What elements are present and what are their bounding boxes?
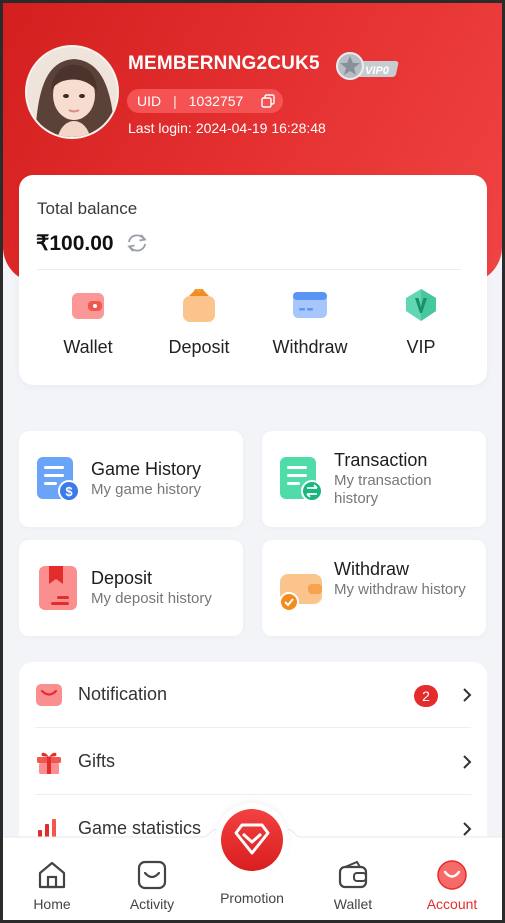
- deposit-icon: [183, 289, 215, 322]
- tile-subtitle: My deposit history: [91, 590, 212, 607]
- withdraw-card-icon: [293, 292, 327, 318]
- menu-item-notification[interactable]: Notification 2: [19, 662, 487, 728]
- tile-title: Game History: [91, 459, 202, 479]
- deposit-history-icon: [39, 566, 77, 610]
- nav-home[interactable]: Home: [7, 859, 97, 919]
- tile-subtitle: My withdraw history: [334, 581, 466, 598]
- menu-label: Gifts: [78, 751, 116, 771]
- vip-gem-icon: [406, 289, 436, 321]
- vip-level-text: VIP0: [365, 65, 390, 77]
- tile-title: Transaction: [334, 450, 428, 470]
- nav-label: Home: [33, 896, 71, 912]
- tile-withdraw-history[interactable]: Withdraw My withdraw history: [262, 540, 486, 636]
- nav-promotion[interactable]: Promotion: [203, 803, 301, 920]
- refresh-icon[interactable]: [125, 232, 149, 254]
- vip-level-badge: VIP0: [336, 52, 399, 80]
- uid-pill[interactable]: UID | 1032757: [127, 89, 283, 113]
- tile-game-history[interactable]: $ Game History My game history: [19, 431, 243, 527]
- nav-label: Activity: [129, 896, 175, 912]
- uid-value: 1032757: [188, 93, 244, 109]
- quick-action-wallet[interactable]: Wallet: [33, 287, 143, 367]
- svg-text:$: $: [65, 484, 73, 499]
- menu-item-gifts[interactable]: Gifts: [19, 729, 487, 795]
- last-login-label: Last login:: [128, 120, 192, 136]
- nav-account[interactable]: Account: [407, 859, 497, 919]
- activity-icon: [137, 860, 167, 890]
- promotion-button[interactable]: [215, 803, 289, 877]
- wallet-icon: [72, 293, 104, 319]
- quick-action-label: Wallet: [63, 337, 113, 357]
- withdraw-history-icon: [279, 574, 322, 612]
- promotion-button-inner: [221, 809, 283, 871]
- last-login: Last login: 2024-04-19 16:28:48: [128, 120, 326, 136]
- quick-action-vip[interactable]: VIP: [366, 287, 476, 367]
- tile-subtitle: My transaction history: [334, 472, 432, 507]
- nav-activity[interactable]: Activity: [107, 859, 197, 919]
- wallet-icon: [338, 860, 368, 889]
- balance-amount: ₹100.00: [36, 232, 114, 255]
- quick-action-withdraw[interactable]: Withdraw: [255, 287, 365, 367]
- gift-icon: [37, 752, 61, 774]
- divider: [35, 794, 471, 795]
- quick-action-label: Deposit: [168, 337, 230, 357]
- uid-label: UID: [137, 93, 162, 109]
- nav-label: Wallet: [333, 896, 373, 912]
- quick-action-deposit[interactable]: Deposit: [144, 287, 254, 367]
- notification-icon: [36, 684, 62, 706]
- menu-label: Notification: [78, 684, 168, 704]
- balance-label: Total balance: [37, 199, 138, 218]
- bottom-navigation: Home Activity Promotion Wallet Account: [3, 803, 502, 920]
- transaction-icon: [280, 457, 323, 502]
- notification-count-badge: 2: [414, 685, 438, 707]
- quick-action-label: VIP: [406, 337, 436, 357]
- tile-title: Withdraw: [334, 559, 410, 579]
- nav-label: Promotion: [220, 890, 284, 906]
- game-history-icon: $: [37, 457, 80, 502]
- tile-subtitle: My game history: [91, 481, 202, 498]
- tile-title: Deposit: [91, 568, 153, 588]
- tile-transaction[interactable]: Transaction My transaction history: [262, 431, 486, 527]
- divider: [37, 269, 461, 270]
- balance-card: Total balance ₹100.00 Wallet Deposit Wit…: [19, 175, 487, 385]
- chevron-right-icon: [463, 688, 472, 702]
- app-screen: MEMBERNNG2CUK5 VIP0 UID | 1032757 Last l…: [3, 3, 502, 920]
- nav-label: Account: [426, 896, 478, 912]
- diamond-icon: [234, 823, 270, 855]
- chevron-right-icon: [463, 755, 472, 769]
- username: MEMBERNNG2CUK5: [128, 53, 320, 74]
- account-icon: [437, 860, 467, 890]
- tile-deposit-history[interactable]: Deposit My deposit history: [19, 540, 243, 636]
- last-login-value: 2024-04-19 16:28:48: [195, 120, 326, 136]
- avatar[interactable]: [25, 45, 119, 139]
- copy-icon[interactable]: [261, 94, 275, 108]
- divider: [35, 727, 471, 728]
- quick-action-label: Withdraw: [272, 337, 348, 357]
- uid-separator: |: [173, 93, 177, 109]
- home-icon: [38, 861, 66, 889]
- nav-wallet[interactable]: Wallet: [308, 859, 398, 919]
